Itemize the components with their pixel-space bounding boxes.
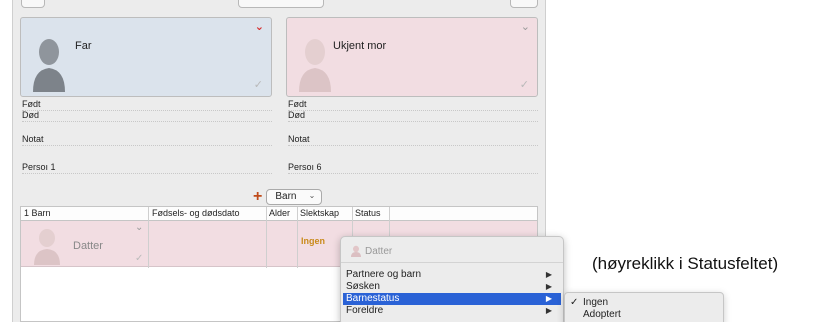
mother-name: Ukjent mor	[333, 40, 387, 52]
submenu-item-label: Ingen	[583, 297, 609, 308]
column-divider	[297, 207, 298, 268]
submenu-arrow-icon: ▶	[545, 270, 552, 279]
add-child-select[interactable]: Barn ⌄	[266, 189, 323, 205]
father-name: Far	[75, 40, 92, 52]
checkmark-icon: ✓	[135, 253, 144, 264]
mother-died-field[interactable]: Død	[288, 110, 538, 122]
menu-divider	[341, 262, 563, 263]
relationship-value[interactable]: Ingen	[301, 236, 325, 246]
col-header-relationship[interactable]: Slektskap	[300, 208, 339, 218]
submenu-item-none[interactable]: ✓ Ingen	[567, 297, 721, 309]
col-header-children[interactable]: 1 Barn	[24, 208, 51, 218]
top-left-button[interactable]	[21, 0, 45, 8]
add-child-label: Barn	[275, 191, 297, 202]
mother-person-id: Persoı 6	[288, 162, 538, 174]
mother-card[interactable]: Ukjent mor ⌄ ✓	[286, 17, 538, 97]
submenu-arrow-icon: ▶	[545, 306, 552, 315]
chevron-down-icon[interactable]: ⌄	[521, 22, 530, 33]
checkmark-icon: ✓	[570, 297, 579, 308]
mother-note-field[interactable]: Notat	[288, 134, 538, 146]
father-card[interactable]: Far ⌄ ✓	[20, 17, 272, 97]
menu-item-label: Barnestatus	[346, 293, 400, 304]
chevron-down-icon[interactable]: ⌄	[135, 222, 143, 233]
child-name: Datter	[73, 240, 103, 252]
submenu-arrow-icon: ▶	[545, 294, 552, 303]
female-silhouette-icon	[351, 245, 361, 257]
menu-item-partners-children[interactable]: Partnere og barn ▶	[343, 269, 561, 281]
menu-item-child-status[interactable]: Barnestatus ▶	[343, 293, 561, 305]
checkmark-icon: ✓	[519, 79, 529, 91]
father-person-id: Persoı 1	[22, 162, 272, 174]
menu-item-label: Søsken	[346, 281, 380, 292]
male-silhouette-icon	[33, 39, 65, 92]
add-child-bar: + Barn ⌄	[253, 189, 323, 205]
plus-icon[interactable]: +	[253, 189, 262, 205]
female-silhouette-icon	[299, 39, 331, 92]
checkmark-icon: ✓	[253, 79, 263, 91]
menu-item-label: Partnere og barn	[346, 269, 422, 280]
father-note-field[interactable]: Notat	[22, 134, 272, 146]
submenu-arrow-icon: ▶	[545, 282, 552, 291]
submenu-item-label: Adoptert	[583, 309, 621, 320]
female-silhouette-icon	[34, 229, 60, 265]
table-header: 1 Barn Fødsels- og dødsdato Alder Slekts…	[21, 207, 537, 221]
col-header-dates[interactable]: Fødsels- og dødsdato	[152, 208, 240, 218]
chevron-down-icon[interactable]: ⌄	[255, 22, 264, 33]
col-header-age[interactable]: Alder	[269, 208, 290, 218]
top-right-button[interactable]	[510, 0, 538, 8]
chevron-down-icon: ⌄	[308, 191, 316, 200]
submenu-item-adopted[interactable]: Adoptert	[567, 309, 721, 321]
menu-item-siblings[interactable]: Søsken ▶	[343, 281, 561, 293]
context-menu-header: Datter	[351, 245, 392, 257]
father-info: Født Død Notat Persoı 1	[20, 99, 272, 177]
column-divider	[148, 207, 149, 268]
top-center-button[interactable]	[238, 0, 324, 8]
menu-item-parents[interactable]: Foreldre ▶	[343, 305, 561, 317]
context-menu-title: Datter	[365, 245, 393, 257]
col-header-status[interactable]: Status	[355, 208, 381, 218]
context-menu: Datter Partnere og barn ▶ Søsken ▶ Barne…	[340, 236, 564, 322]
mother-info: Født Død Notat Persoı 6	[286, 99, 538, 177]
annotation-text: (høyreklikk i Statusfeltet)	[592, 254, 779, 273]
father-died-field[interactable]: Død	[22, 110, 272, 122]
column-divider	[266, 207, 267, 268]
child-status-submenu: ✓ Ingen Adoptert	[564, 292, 724, 322]
menu-item-label: Foreldre	[346, 305, 384, 316]
